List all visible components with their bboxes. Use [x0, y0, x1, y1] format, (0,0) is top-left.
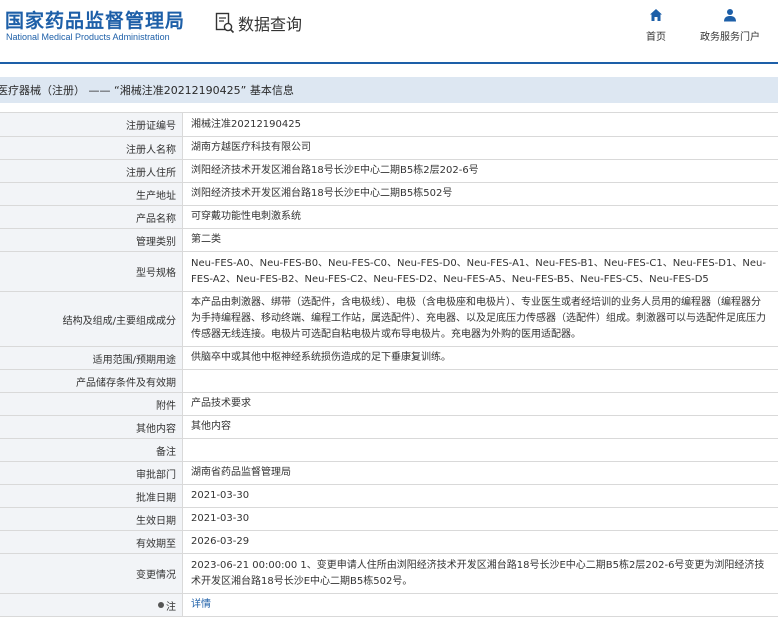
- site-logo-subtitle: National Medical Products Administration: [6, 32, 170, 42]
- field-value: 其他内容: [191, 421, 231, 432]
- site-logo-title[interactable]: 国家药品监督管理局: [5, 6, 185, 33]
- table-row: 生产地址 浏阳经济技术开发区湘台路18号长沙E中心二期B5栋502号: [0, 183, 778, 206]
- nav-service-portal-label: 政务服务门户: [700, 32, 760, 43]
- header-divider: [0, 62, 778, 64]
- field-value: Neu-FES-A0、Neu-FES-B0、Neu-FES-C0、Neu-FES…: [191, 257, 766, 285]
- table-row: 审批部门 湖南省药品监督管理局: [0, 462, 778, 485]
- field-label: 注册人名称: [0, 137, 183, 159]
- nav-home[interactable]: 首页: [646, 8, 666, 43]
- note-label-text: 注: [166, 601, 176, 613]
- field-value: 2021-03-30: [191, 490, 250, 501]
- table-row: 批准日期 2021-03-30: [0, 485, 778, 508]
- field-value: [183, 370, 778, 392]
- table-row: 附件 产品技术要求: [0, 393, 778, 416]
- field-value: 湖南省药品监督管理局: [191, 467, 291, 478]
- field-label: 管理类别: [0, 229, 183, 251]
- note-label: 注: [0, 594, 183, 616]
- nav-service-portal[interactable]: 政务服务门户: [700, 8, 760, 43]
- table-row: 注册人名称 湖南方越医疗科技有限公司: [0, 137, 778, 160]
- field-label: 附件: [0, 393, 183, 415]
- field-value: 产品技术要求: [191, 398, 251, 409]
- field-label: 型号规格: [0, 252, 183, 291]
- pin-icon: [158, 602, 164, 608]
- registration-info-table: 注册证编号 湘械注准20212190425 注册人名称 湖南方越医疗科技有限公司…: [0, 112, 778, 617]
- table-row: 生效日期 2021-03-30: [0, 508, 778, 531]
- table-row: 备注: [0, 439, 778, 462]
- field-value: 浏阳经济技术开发区湘台路18号长沙E中心二期B5栋2层202-6号: [191, 165, 479, 176]
- field-label: 生产地址: [0, 183, 183, 205]
- data-query-link[interactable]: 数据查询: [215, 11, 302, 35]
- field-label: 注册证编号: [0, 113, 183, 136]
- field-value: 湖南方越医疗科技有限公司: [191, 142, 311, 153]
- field-label: 其他内容: [0, 416, 183, 438]
- field-label: 备注: [0, 439, 183, 461]
- table-row: 管理类别 第二类: [0, 229, 778, 252]
- field-value: [183, 439, 778, 461]
- breadcrumb-text: 医疗器械（注册） —— “湘械注准20212190425” 基本信息: [0, 84, 294, 97]
- field-value: 浏阳经济技术开发区湘台路18号长沙E中心二期B5栋502号: [191, 188, 453, 199]
- field-value: 可穿戴功能性电刺激系统: [191, 211, 301, 222]
- field-value: 2023-06-21 00:00:00 1、变更申请人住所由浏阳经济技术开发区湘…: [191, 559, 765, 587]
- table-row: 产品储存条件及有效期: [0, 370, 778, 393]
- field-label: 有效期至: [0, 531, 183, 553]
- table-row: 产品名称 可穿戴功能性电刺激系统: [0, 206, 778, 229]
- table-row: 变更情况 2023-06-21 00:00:00 1、变更申请人住所由浏阳经济技…: [0, 554, 778, 594]
- table-row: 其他内容 其他内容: [0, 416, 778, 439]
- home-icon: [650, 9, 662, 21]
- field-value: 本产品由刺激器、绑带（选配件，含电极线）、电极（含电极座和电极片）、专业医生或者…: [191, 297, 766, 340]
- field-label: 审批部门: [0, 462, 183, 484]
- field-value: 2026-03-29: [191, 536, 250, 547]
- field-value: 供脑卒中或其他中枢神经系统损伤造成的足下垂康复训练。: [191, 352, 451, 363]
- details-link[interactable]: 详情: [191, 597, 211, 613]
- field-label: 生效日期: [0, 508, 183, 530]
- table-row: 注 详情: [0, 594, 778, 617]
- field-value: 详情: [183, 594, 778, 616]
- table-row: 结构及组成/主要组成成分 本产品由刺激器、绑带（选配件，含电极线）、电极（含电极…: [0, 292, 778, 347]
- field-label: 批准日期: [0, 485, 183, 507]
- data-query-label: 数据查询: [238, 15, 303, 34]
- field-label: 产品名称: [0, 206, 183, 228]
- document-search-icon: [215, 12, 235, 34]
- field-value: 湘械注准20212190425: [191, 118, 301, 130]
- table-row: 型号规格 Neu-FES-A0、Neu-FES-B0、Neu-FES-C0、Ne…: [0, 252, 778, 292]
- table-row: 适用范围/预期用途 供脑卒中或其他中枢神经系统损伤造成的足下垂康复训练。: [0, 347, 778, 370]
- field-value: 第二类: [191, 234, 221, 245]
- field-label: 产品储存条件及有效期: [0, 370, 183, 392]
- field-label: 变更情况: [0, 554, 183, 593]
- table-row: 注册人住所 浏阳经济技术开发区湘台路18号长沙E中心二期B5栋2层202-6号: [0, 160, 778, 183]
- table-row: 有效期至 2026-03-29: [0, 531, 778, 554]
- table-row: 注册证编号 湘械注准20212190425: [0, 113, 778, 137]
- user-icon: [724, 9, 736, 22]
- site-header: 国家药品监督管理局 National Medical Products Admi…: [0, 0, 778, 62]
- field-label: 注册人住所: [0, 160, 183, 182]
- breadcrumb: 医疗器械（注册） —— “湘械注准20212190425” 基本信息: [0, 77, 778, 103]
- nav-home-label: 首页: [646, 32, 666, 43]
- field-label: 适用范围/预期用途: [0, 347, 183, 369]
- field-label: 结构及组成/主要组成成分: [0, 292, 183, 346]
- field-value: 2021-03-30: [191, 513, 250, 524]
